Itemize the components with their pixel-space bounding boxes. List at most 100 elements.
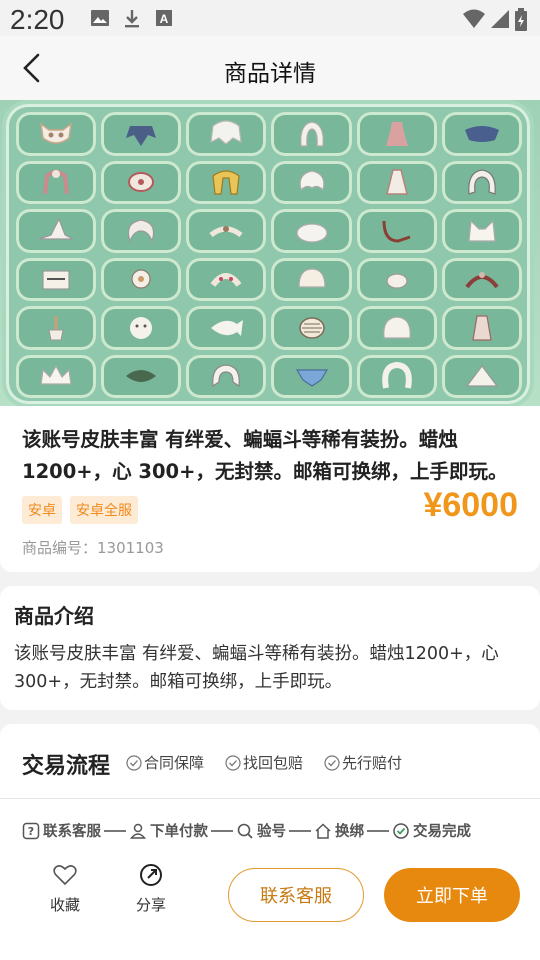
item-face-mask-cell <box>101 306 182 350</box>
item-shell-cell <box>271 257 352 301</box>
step-label: 交易完成 <box>413 824 471 840</box>
font-a-icon: A <box>156 10 172 26</box>
favorite-label: 收藏 <box>49 896 80 914</box>
item-ball-cell <box>271 306 352 350</box>
bottom-action-bar: 收藏 分享 联系客服 立即下单 <box>0 850 540 960</box>
item-robe-cell <box>441 306 522 350</box>
orange-icon <box>386 273 408 289</box>
item-piano-cell <box>16 257 97 301</box>
horns-icon <box>209 225 243 237</box>
braid-icon <box>212 364 241 388</box>
heart-icon <box>53 865 77 886</box>
product-info-card: 该账号皮肤丰富 有绊爱、蝙蝠斗等稀有装扮。蜡烛1200+，心 300+，无封禁。… <box>0 406 540 572</box>
item-crown-cell <box>16 354 97 398</box>
step-verify: 验号 <box>236 820 286 841</box>
product-intro-card: 商品介绍 该账号皮肤丰富 有绊爱、蝙蝠斗等稀有装扮。蜡烛1200+，心 300+… <box>0 586 540 710</box>
status-bar: 2:20 A <box>0 0 540 36</box>
product-tags: 安卓 安卓全服 <box>22 496 138 524</box>
favorite-button[interactable]: 收藏 <box>40 862 90 915</box>
contact-service-button[interactable]: 联系客服 <box>228 868 364 922</box>
item-witch-hat-cell <box>16 209 97 253</box>
svg-text:A: A <box>160 12 169 26</box>
question-icon: ? <box>22 822 40 839</box>
mask2-icon <box>128 172 155 193</box>
item-wreath-cell <box>186 257 267 301</box>
product-price: ¥6000 <box>423 486 518 524</box>
wreath-icon <box>210 273 242 288</box>
item-blue-cape-cell <box>271 354 352 398</box>
hair-icon <box>210 120 243 145</box>
fish-icon <box>211 319 244 336</box>
step-label: 验号 <box>257 824 286 840</box>
item-outfit-cell <box>356 160 437 204</box>
item-scythe-cell <box>356 209 437 253</box>
tag-platform: 安卓 <box>22 496 62 524</box>
guarantee-advance: 先行赔付 <box>324 752 402 773</box>
buy-now-button[interactable]: 立即下单 <box>384 868 520 922</box>
guarantee-label: 合同保障 <box>144 754 205 772</box>
guarantee-label: 先行赔付 <box>342 754 403 772</box>
home-icon <box>315 822 331 839</box>
search-icon <box>237 823 253 839</box>
item-dress-cell <box>356 112 437 156</box>
step-connector <box>211 829 233 832</box>
bob-hair-icon <box>382 316 411 339</box>
share-button[interactable]: 分享 <box>126 862 176 915</box>
witch-hat-icon <box>38 217 74 240</box>
hat-icon <box>464 125 499 142</box>
shell-icon <box>297 268 326 288</box>
step-contact: ? 联系客服 <box>22 820 101 841</box>
item-white-hair-cell <box>271 160 352 204</box>
step-connector <box>104 829 126 832</box>
white-hair-icon <box>299 170 324 192</box>
item-broom-cell <box>16 306 97 350</box>
item-long-hair-cell <box>441 160 522 204</box>
flower-icon <box>131 269 151 289</box>
guarantee-recovery: 找回包赔 <box>225 752 303 773</box>
step-connector <box>289 829 311 832</box>
check-circle-icon <box>324 754 340 771</box>
face-mask-icon <box>130 316 153 339</box>
item-tent-cell <box>441 354 522 398</box>
mask-icon <box>40 122 73 144</box>
check-circle-icon <box>126 754 142 771</box>
crown-icon <box>40 364 72 385</box>
item-hood-cell <box>271 112 352 156</box>
cat-ears-icon <box>468 219 496 242</box>
item-curly-hair-cell <box>101 209 182 253</box>
item-bun-hair-cell <box>271 209 352 253</box>
item-flower-cell <box>101 257 182 301</box>
robe-icon <box>472 315 492 341</box>
cosmetics-grid <box>16 112 522 398</box>
bow-icon <box>465 272 499 289</box>
divider <box>0 798 540 799</box>
intro-title: 商品介绍 <box>14 604 94 628</box>
item-mask2-cell <box>101 160 182 204</box>
gallery-icon <box>91 10 109 26</box>
gold-hair-icon <box>212 170 241 195</box>
tent-icon <box>465 365 499 387</box>
dress-icon <box>385 121 408 146</box>
item-cat-ears-cell <box>441 209 522 253</box>
item-fish-cell <box>186 306 267 350</box>
step-rebind: 换绑 <box>314 820 364 841</box>
step-connector <box>367 829 389 832</box>
step-label: 换绑 <box>335 824 364 840</box>
check-shield-icon <box>393 822 409 839</box>
page-title: 商品详情 <box>224 61 316 87</box>
broom-icon <box>48 315 64 341</box>
product-number: 商品编号：1301103 <box>22 539 164 557</box>
headband-icon <box>381 362 412 389</box>
guarantee-contract: 合同保障 <box>126 752 204 773</box>
intro-text: 该账号皮肤丰富 有绊爱、蝙蝠斗等稀有装扮。蜡烛1200+，心 300+，无封禁。… <box>14 644 499 692</box>
item-headband-cell <box>356 354 437 398</box>
product-image[interactable] <box>0 100 540 406</box>
product-title: 该账号皮肤丰富 有绊爱、蝙蝠斗等稀有装扮。蜡烛1200+，心 300+，无封禁。… <box>22 428 508 483</box>
item-cape-cell <box>101 112 182 156</box>
signal-icon <box>491 10 509 28</box>
bun-hair-icon <box>295 223 328 243</box>
item-horns-cell <box>186 209 267 253</box>
user-icon <box>129 823 147 839</box>
piano-icon <box>42 270 70 290</box>
trade-steps: ? 联系客服 下单付款 验号 换绑 交易完成 <box>22 820 522 841</box>
